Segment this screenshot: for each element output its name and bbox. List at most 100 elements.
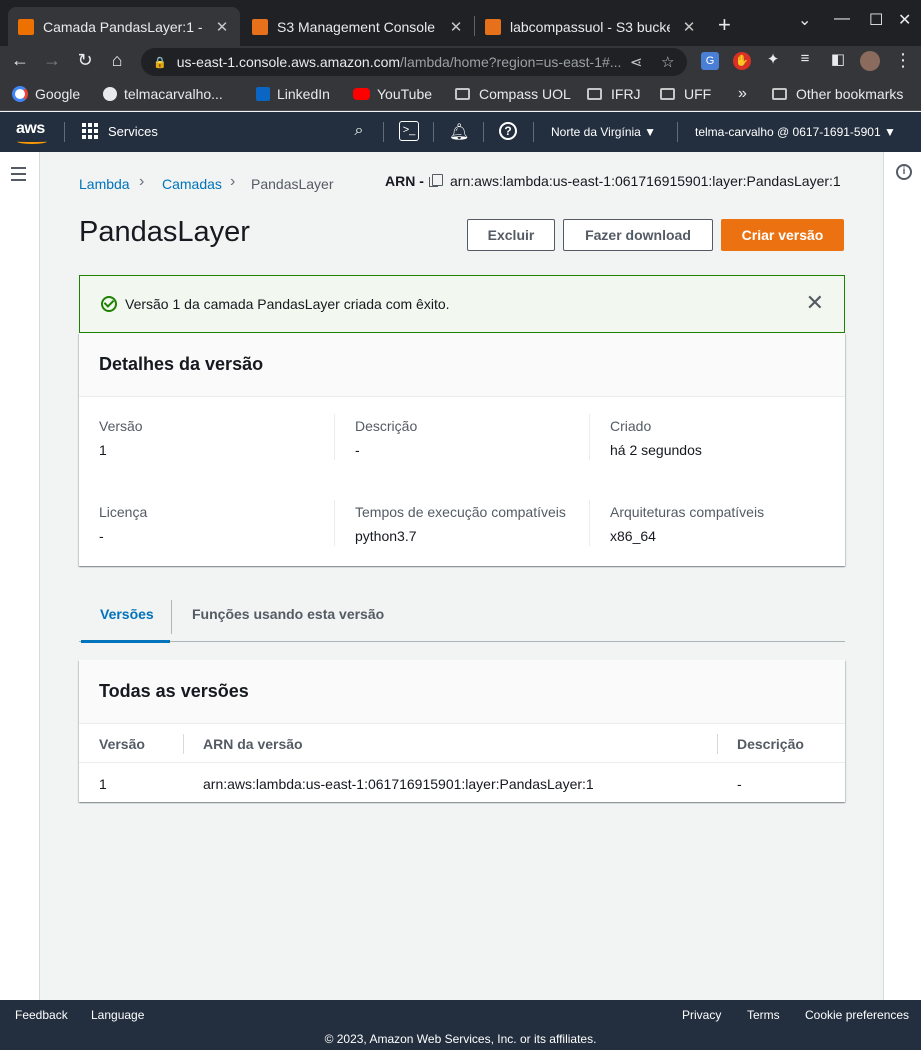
notifications-bell-icon[interactable]: 🔔︎ bbox=[449, 122, 469, 142]
bookmark-uff[interactable]: UFF bbox=[660, 84, 711, 104]
close-tab-icon[interactable]: ✕ bbox=[448, 18, 464, 36]
column-header-description[interactable]: Descrição bbox=[737, 736, 804, 752]
bookmark-label: Google bbox=[35, 86, 81, 102]
account-menu[interactable]: telma-carvalho @ 0617-1691-5901 ▼ bbox=[695, 125, 896, 139]
card-header: Detalhes da versão bbox=[79, 333, 845, 397]
minimize-icon[interactable]: — bbox=[834, 10, 850, 28]
bookmark-github[interactable]: telmacarvalho... bbox=[103, 84, 223, 104]
nav-divider bbox=[64, 122, 65, 142]
maximize-icon[interactable]: ☐ bbox=[869, 10, 883, 30]
github-icon bbox=[103, 87, 117, 101]
column-header-arn[interactable]: ARN da versão bbox=[203, 736, 303, 752]
services-menu-button[interactable]: Services bbox=[82, 123, 158, 139]
back-icon[interactable]: ← bbox=[8, 50, 32, 71]
search-icon[interactable]: ⌕ bbox=[349, 122, 369, 140]
close-tab-icon[interactable]: ✕ bbox=[681, 18, 697, 36]
main-content: Lambda › Camadas › PandasLayer ARN - arn… bbox=[41, 152, 883, 1000]
share-icon[interactable]: ⋖ bbox=[630, 53, 643, 71]
reload-icon[interactable]: ↻ bbox=[73, 50, 97, 71]
other-bookmarks[interactable]: Other bookmarks bbox=[772, 84, 903, 104]
aws-top-nav: aws Services ⌕ >_ 🔔︎ ? Norte da Virgínia… bbox=[0, 112, 921, 152]
browser-toolbar: ← → ↻ ⌂ 🔒 us-east-1.console.aws.amazon.c… bbox=[0, 46, 921, 78]
bookmark-label: telmacarvalho... bbox=[124, 86, 223, 102]
url-host: us-east-1.console.aws.amazon.com bbox=[176, 54, 401, 70]
menu-icon[interactable] bbox=[11, 167, 26, 185]
version-tabs: Versões Funções usando esta versão bbox=[79, 592, 845, 643]
browser-tab-s3-console[interactable]: S3 Management Console ✕ bbox=[242, 7, 474, 46]
adblock-extension-icon[interactable]: ✋ bbox=[733, 52, 751, 70]
field-label-description: Descrição bbox=[355, 418, 418, 434]
profile-avatar[interactable] bbox=[860, 51, 880, 71]
bookmark-label: YouTube bbox=[377, 86, 433, 102]
field-label-architectures: Arquiteturas compatíveis bbox=[610, 504, 765, 520]
tab-versions[interactable]: Versões bbox=[100, 606, 154, 622]
close-tab-icon[interactable]: ✕ bbox=[214, 18, 230, 36]
tab-functions-using-version[interactable]: Funções usando esta versão bbox=[192, 606, 384, 622]
home-icon[interactable]: ⌂ bbox=[105, 50, 129, 71]
field-value-description: - bbox=[355, 442, 360, 458]
card-header: Todas as versões bbox=[79, 660, 845, 724]
browser-tab-s3-bucket[interactable]: labcompassuol - S3 bucke ✕ bbox=[475, 7, 707, 46]
create-version-button[interactable]: Criar versão bbox=[721, 219, 844, 251]
folder-icon bbox=[455, 88, 470, 100]
info-icon[interactable]: i bbox=[896, 164, 912, 180]
bookmark-youtube[interactable]: YouTube bbox=[353, 84, 432, 104]
aws-logo[interactable]: aws bbox=[16, 120, 45, 138]
aws-s3-icon bbox=[485, 18, 501, 35]
bookmark-label: LinkedIn bbox=[277, 86, 330, 102]
bookmarks-overflow-icon[interactable]: » bbox=[738, 84, 747, 104]
bookmark-star-icon[interactable]: ☆ bbox=[661, 53, 674, 71]
bookmark-label: IFRJ bbox=[611, 86, 641, 102]
copyright-text: © 2023, Amazon Web Services, Inc. or its… bbox=[324, 1032, 597, 1046]
privacy-link[interactable]: Privacy bbox=[682, 1008, 721, 1022]
success-check-icon bbox=[101, 296, 117, 312]
chevron-right-icon: › bbox=[139, 173, 145, 190]
bookmark-label: UFF bbox=[684, 86, 712, 102]
bookmark-compass-uol[interactable]: Compass UOL bbox=[455, 84, 571, 104]
bookmark-linkedin[interactable]: LinkedIn bbox=[256, 84, 330, 104]
chevron-right-icon: › bbox=[230, 173, 236, 190]
tab-search-icon[interactable]: ⌄ bbox=[798, 10, 811, 30]
browser-tab-lambda[interactable]: Camada PandasLayer:1 - ✕ bbox=[8, 7, 240, 46]
region-selector[interactable]: Norte da Virgínia ▼ bbox=[551, 125, 656, 139]
bookmark-label: Other bookmarks bbox=[796, 86, 904, 102]
side-panel-icon[interactable]: ◧ bbox=[826, 50, 850, 68]
column-divider bbox=[334, 414, 335, 460]
feedback-link[interactable]: Feedback bbox=[15, 1008, 68, 1022]
translate-extension-icon[interactable]: G bbox=[701, 52, 719, 70]
address-bar[interactable]: 🔒 us-east-1.console.aws.amazon.com /lamb… bbox=[141, 48, 687, 76]
close-icon[interactable]: ✕ bbox=[806, 290, 824, 316]
help-icon[interactable]: ? bbox=[499, 122, 517, 140]
arn-value: arn:aws:lambda:us-east-1:061716915901:la… bbox=[450, 173, 841, 189]
version-details-card: Detalhes da versão Versão 1 Descrição - … bbox=[79, 333, 845, 566]
cloudshell-icon[interactable]: >_ bbox=[399, 121, 419, 141]
bookmark-google[interactable]: Google bbox=[12, 84, 80, 104]
close-window-icon[interactable]: ✕ bbox=[898, 10, 911, 30]
services-label: Services bbox=[108, 123, 158, 139]
lock-icon: 🔒 bbox=[153, 56, 167, 69]
table-header-border bbox=[79, 762, 845, 763]
all-versions-card: Todas as versões Versão ARN da versão De… bbox=[79, 660, 845, 802]
folder-icon bbox=[587, 88, 602, 100]
column-divider bbox=[717, 734, 718, 754]
extensions-puzzle-icon[interactable]: ✦ bbox=[761, 50, 785, 68]
browser-tab-label: S3 Management Console bbox=[277, 18, 435, 35]
arn-label: ARN - bbox=[385, 173, 424, 189]
browser-menu-icon[interactable]: ⋮ bbox=[891, 50, 915, 71]
field-label-runtimes: Tempos de execução compatíveis bbox=[355, 504, 566, 520]
bookmark-ifrj[interactable]: IFRJ bbox=[587, 84, 641, 104]
media-queue-icon[interactable]: ≡ bbox=[793, 50, 817, 67]
copy-icon[interactable] bbox=[429, 174, 443, 187]
download-button[interactable]: Fazer download bbox=[563, 219, 713, 251]
breadcrumb-camadas[interactable]: Camadas bbox=[162, 176, 222, 192]
breadcrumb-lambda[interactable]: Lambda bbox=[79, 176, 130, 192]
delete-button[interactable]: Excluir bbox=[467, 219, 555, 251]
field-label-created: Criado bbox=[610, 418, 652, 434]
column-header-version[interactable]: Versão bbox=[99, 736, 145, 752]
terms-link[interactable]: Terms bbox=[747, 1008, 780, 1022]
column-divider bbox=[334, 500, 335, 546]
cookie-preferences-link[interactable]: Cookie preferences bbox=[805, 1008, 909, 1022]
new-tab-icon[interactable]: + bbox=[718, 12, 731, 38]
forward-icon[interactable]: → bbox=[40, 50, 64, 71]
language-link[interactable]: Language bbox=[91, 1008, 144, 1022]
